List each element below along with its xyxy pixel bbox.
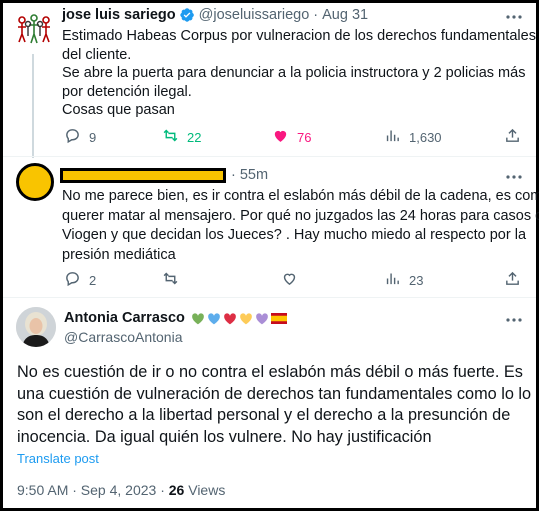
share-button[interactable] xyxy=(504,127,521,147)
translate-link[interactable]: Translate post xyxy=(17,451,99,466)
heart-icon xyxy=(272,127,289,147)
text-line: Viogen y que decidan los Jueces? . Hay m… xyxy=(62,227,527,243)
text-line: inocencia. Da igual quién los vulnere. N… xyxy=(17,427,432,446)
views-count: 1,630 xyxy=(409,129,442,145)
name-emojis xyxy=(189,312,287,325)
reply-count: 2 xyxy=(89,272,97,288)
author-handle[interactable]: @joseluissariego xyxy=(199,7,310,23)
views-button[interactable]: 23 xyxy=(384,270,423,290)
separator: · xyxy=(313,7,319,23)
retweet-button[interactable] xyxy=(162,270,179,290)
avatar[interactable] xyxy=(14,10,54,50)
text-line: del cliente. xyxy=(62,46,132,63)
yellow-heart-icon xyxy=(240,312,252,324)
tweet1-text: Estimado Habeas Corpus por vulneracion d… xyxy=(62,27,536,120)
author-name[interactable]: jose luis sariego xyxy=(62,7,176,23)
share-icon xyxy=(504,270,521,290)
text-line: por detención ilegal. xyxy=(62,83,192,100)
post-timestamp[interactable]: 9:50 AM · Sep 4, 2023 · xyxy=(17,482,165,498)
author-name-row: Antonia Carrasco xyxy=(64,310,287,326)
retweet-count: 22 xyxy=(187,129,202,145)
author-handle[interactable]: @CarrascoAntonia xyxy=(64,329,183,345)
avatar[interactable] xyxy=(16,307,56,347)
reply-icon xyxy=(64,270,81,290)
purple-heart-icon xyxy=(256,312,268,324)
share-button[interactable] xyxy=(504,270,521,290)
text-line: Se abre la puerta para denunciar a la po… xyxy=(62,65,526,81)
text-line: querer matar al mensajero. Por qué no ju… xyxy=(62,207,539,224)
text-line: una cuestión de vulneración de derechos … xyxy=(17,384,532,403)
post-time[interactable]: · 55m xyxy=(231,167,268,183)
like-button[interactable] xyxy=(281,270,298,290)
views-count: 23 xyxy=(409,272,424,288)
text-line: Estimado Habeas Corpus por vulneracion d… xyxy=(62,28,536,44)
text-line: Cosas que pasan xyxy=(62,102,175,118)
red-heart-icon xyxy=(224,312,236,324)
like-count: 76 xyxy=(297,129,312,145)
like-button[interactable]: 76 xyxy=(272,127,311,147)
tweet1-header: jose luis sariego @joseluissariego · Aug… xyxy=(62,7,368,23)
more-icon[interactable] xyxy=(505,170,523,182)
blue-heart-icon xyxy=(208,312,220,324)
view-count: 26 xyxy=(168,482,185,498)
main-tweet-text: No es cuestión de ir o no contra el esla… xyxy=(17,362,532,448)
avatar[interactable] xyxy=(16,163,54,201)
share-icon xyxy=(504,127,521,147)
text-line: No es cuestión de ir o no contra el esla… xyxy=(17,363,523,381)
post-date[interactable]: Aug 31 xyxy=(322,7,368,23)
more-icon[interactable] xyxy=(505,313,523,325)
post-meta: 9:50 AM · Sep 4, 2023 · 26 Views xyxy=(17,482,225,498)
reply-button[interactable]: 2 xyxy=(64,270,96,290)
heart-outline-icon xyxy=(281,270,298,290)
green-heart-icon xyxy=(192,312,204,324)
spain-flag-icon xyxy=(270,312,287,324)
retweet-icon xyxy=(162,127,179,147)
reply-count: 9 xyxy=(89,129,97,145)
text-line: No me parece bien, es ir contra el eslab… xyxy=(62,188,539,204)
divider xyxy=(3,156,536,157)
more-icon[interactable] xyxy=(505,10,523,22)
views-icon xyxy=(384,127,401,147)
tweet2-text: No me parece bien, es ir contra el eslab… xyxy=(62,187,539,265)
redacted-author xyxy=(60,168,226,183)
views-button[interactable]: 1,630 xyxy=(384,127,442,147)
retweet-button[interactable]: 22 xyxy=(162,127,201,147)
views-label: Views xyxy=(188,482,226,498)
text-line: presión mediática xyxy=(62,246,176,263)
reply-button[interactable]: 9 xyxy=(64,127,96,147)
tweet2-actions: 2 23 xyxy=(0,271,533,289)
text-line: son el derecho a la libertad personal y … xyxy=(17,406,511,424)
tweet1-actions: 9 22 76 1,630 xyxy=(0,128,533,146)
author-name[interactable]: Antonia Carrasco xyxy=(64,310,185,326)
reply-icon xyxy=(64,127,81,147)
views-icon xyxy=(384,270,401,290)
verified-badge-icon xyxy=(179,7,195,23)
retweet-icon xyxy=(162,270,179,290)
divider xyxy=(3,297,536,298)
